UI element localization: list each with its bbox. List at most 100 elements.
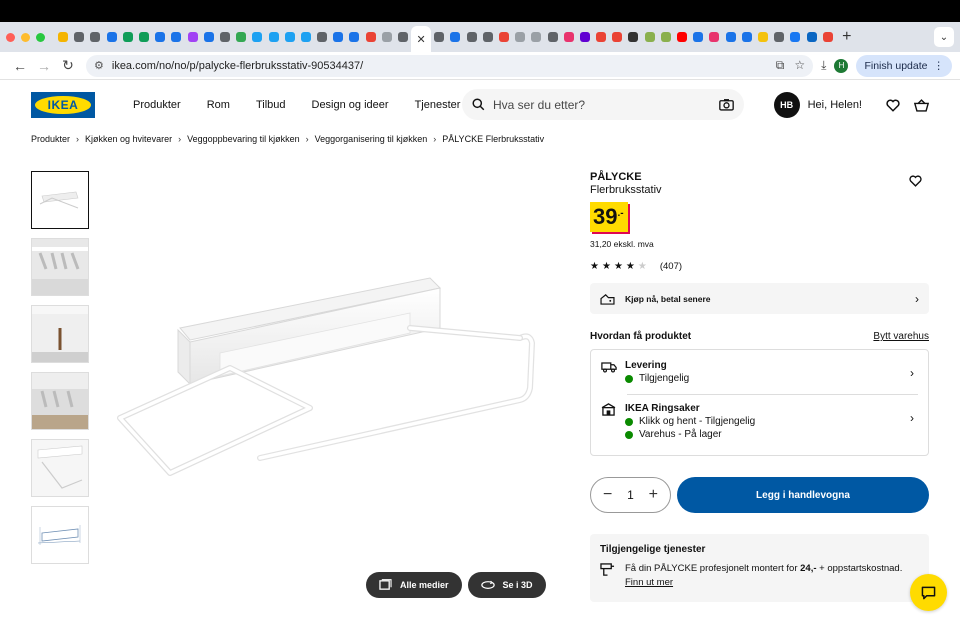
browser-tab[interactable]: [152, 22, 168, 52]
add-to-favourites-icon[interactable]: [909, 175, 922, 187]
thumbnail-detail[interactable]: [31, 439, 89, 497]
services-link[interactable]: Finn ut mer: [625, 577, 673, 588]
browser-tab[interactable]: [544, 22, 560, 52]
user-greeting[interactable]: Hei, Helen!: [808, 99, 862, 111]
browser-tab[interactable]: [71, 22, 87, 52]
chat-button[interactable]: [910, 574, 947, 611]
browser-tab[interactable]: [298, 22, 314, 52]
change-store-link[interactable]: Bytt varehus: [873, 331, 929, 342]
browser-tab[interactable]: [185, 22, 201, 52]
search-input[interactable]: Hva ser du etter?: [493, 98, 719, 112]
browser-tab[interactable]: [609, 22, 625, 52]
tab-active-ikea[interactable]: ✕: [411, 26, 432, 52]
breadcrumb-item[interactable]: Kjøkken og hvitevarer: [85, 134, 172, 144]
browser-tab[interactable]: [674, 22, 690, 52]
zoom-window-button[interactable]: [36, 32, 45, 42]
klarna-banner[interactable]: Kjøp nå, betal senere ›: [590, 283, 929, 314]
camera-icon[interactable]: [719, 98, 734, 111]
browser-tab[interactable]: [755, 22, 771, 52]
browser-tab[interactable]: [577, 22, 593, 52]
tab-search-button[interactable]: ⌄: [934, 27, 954, 47]
product-image[interactable]: [110, 258, 550, 508]
thumbnail-mounted[interactable]: [31, 305, 89, 363]
site-info-icon[interactable]: ⚙: [94, 59, 104, 72]
search-bar[interactable]: Hva ser du etter?: [462, 89, 744, 120]
browser-tab[interactable]: [820, 22, 836, 52]
browser-tab[interactable]: [55, 22, 71, 52]
browser-tab[interactable]: [346, 22, 362, 52]
minus-icon[interactable]: −: [603, 486, 612, 504]
browser-tab[interactable]: [690, 22, 706, 52]
delivery-option[interactable]: Levering Tilgjengelig ›: [601, 360, 918, 384]
browser-tab[interactable]: [771, 22, 787, 52]
new-tab-button[interactable]: +: [836, 28, 858, 46]
breadcrumb-item[interactable]: Produkter: [31, 134, 70, 144]
browser-tab[interactable]: [706, 22, 722, 52]
nav-rom[interactable]: Rom: [207, 99, 230, 111]
browser-tab[interactable]: [480, 22, 496, 52]
thumbnail-glasses[interactable]: [31, 238, 89, 296]
browser-tab[interactable]: [803, 22, 819, 52]
breadcrumb-item[interactable]: Veggoppbevaring til kjøkken: [187, 134, 300, 144]
browser-tab[interactable]: [201, 22, 217, 52]
browser-tab[interactable]: [496, 22, 512, 52]
browser-tab[interactable]: [120, 22, 136, 52]
nav-tilbud[interactable]: Tilbud: [256, 99, 286, 111]
store-option[interactable]: IKEA Ringsaker Klikk og hent - Tilgjenge…: [601, 403, 918, 440]
browser-tab[interactable]: [642, 22, 658, 52]
browser-tab[interactable]: [136, 22, 152, 52]
download-icon[interactable]: ⤓: [821, 58, 826, 73]
browser-tab[interactable]: [658, 22, 674, 52]
nav-produkter[interactable]: Produkter: [133, 99, 181, 111]
browser-tab[interactable]: [233, 22, 249, 52]
browser-tab[interactable]: [464, 22, 480, 52]
ikea-logo[interactable]: IKEA: [31, 92, 95, 118]
browser-tab[interactable]: [625, 22, 641, 52]
browser-tab[interactable]: [739, 22, 755, 52]
thumbnail-dimensions[interactable]: [31, 506, 89, 564]
browser-tab[interactable]: [330, 22, 346, 52]
browser-tab[interactable]: [87, 22, 103, 52]
browser-tab[interactable]: [282, 22, 298, 52]
translate-icon[interactable]: ⧉: [776, 58, 785, 73]
browser-tab[interactable]: [431, 22, 447, 52]
finish-update-button[interactable]: Finish update ⋮: [856, 54, 952, 77]
minimize-window-button[interactable]: [21, 32, 30, 42]
user-avatar[interactable]: HB: [773, 92, 800, 118]
browser-tab[interactable]: [379, 22, 395, 52]
nav-tjenester[interactable]: Tjenester: [415, 99, 461, 111]
browser-tab[interactable]: [787, 22, 803, 52]
browser-tab[interactable]: [723, 22, 739, 52]
thumbnail-product[interactable]: [31, 171, 89, 229]
quantity-value[interactable]: 1: [627, 488, 634, 502]
browser-tab[interactable]: [104, 22, 120, 52]
quantity-stepper[interactable]: − 1 +: [590, 477, 671, 513]
heart-icon[interactable]: [886, 99, 900, 112]
bookmark-star-icon[interactable]: ☆: [794, 58, 805, 73]
browser-tab[interactable]: [593, 22, 609, 52]
browser-tab[interactable]: [363, 22, 379, 52]
close-tab-icon[interactable]: ✕: [417, 33, 426, 46]
browser-tab[interactable]: [168, 22, 184, 52]
browser-tab[interactable]: [265, 22, 281, 52]
plus-icon[interactable]: +: [649, 486, 658, 504]
reload-button[interactable]: ↻: [56, 54, 80, 78]
browser-tab[interactable]: [561, 22, 577, 52]
shopping-bag-icon[interactable]: [914, 98, 929, 112]
profile-avatar[interactable]: H: [834, 58, 849, 73]
browser-tab[interactable]: [395, 22, 411, 52]
browser-tab[interactable]: [249, 22, 265, 52]
rating[interactable]: ★ ★ ★ ★ ★ (407): [590, 261, 929, 272]
browser-tab[interactable]: [314, 22, 330, 52]
browser-tab[interactable]: [217, 22, 233, 52]
browser-tab[interactable]: [512, 22, 528, 52]
forward-button[interactable]: →: [32, 54, 56, 78]
nav-design-ideer[interactable]: Design og ideer: [312, 99, 389, 111]
add-to-cart-button[interactable]: Legg i handlevogna: [677, 477, 929, 513]
back-button[interactable]: ←: [8, 54, 32, 78]
close-window-button[interactable]: [6, 32, 15, 42]
browser-tab[interactable]: [447, 22, 463, 52]
browser-tab[interactable]: [528, 22, 544, 52]
address-bar[interactable]: ⚙ ikea.com/no/no/p/palycke-flerbruksstat…: [86, 54, 814, 77]
view-3d-button[interactable]: Se i 3D: [467, 572, 546, 598]
